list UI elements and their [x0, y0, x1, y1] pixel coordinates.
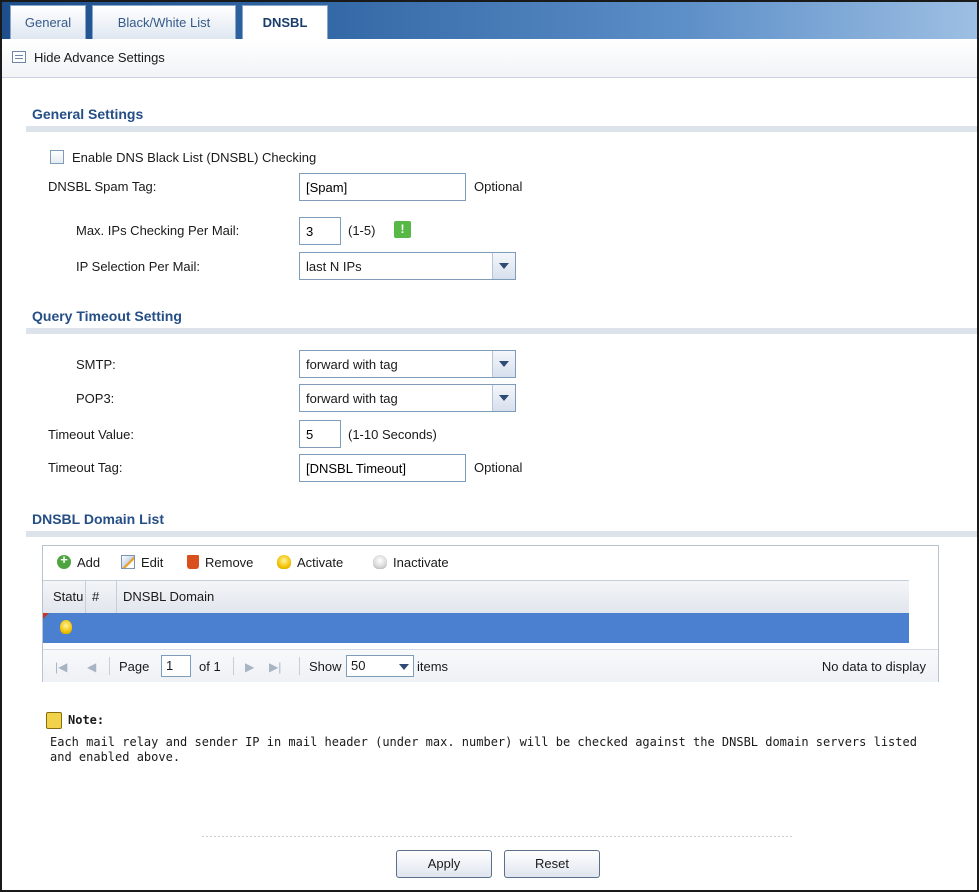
items-label: items	[417, 659, 449, 674]
grid-toolbar: Add Edit Remove Activate Inactivate	[43, 546, 938, 580]
add-button[interactable]: Add	[57, 552, 100, 570]
page-label: Page	[119, 659, 150, 674]
smtp-select[interactable]: forward with tag	[299, 350, 516, 378]
spam-tag-label: DNSBL Spam Tag:	[48, 179, 157, 194]
chevron-down-icon[interactable]	[492, 385, 515, 411]
chevron-down-icon[interactable]	[492, 253, 515, 279]
reset-button[interactable]: Reset	[504, 850, 600, 878]
max-ips-range: (1-5)	[348, 223, 376, 238]
timeout-tag-label: Timeout Tag:	[48, 460, 123, 475]
pager-divider	[109, 657, 110, 675]
domain-list-grid: Add Edit Remove Activate Inactivate Stat…	[42, 545, 939, 682]
show-label: Show	[309, 659, 342, 674]
spam-tag-input[interactable]	[299, 173, 466, 201]
tab-general[interactable]: General	[10, 5, 86, 39]
tab-bar: General Black/White List DNSBL	[2, 2, 977, 40]
apply-button[interactable]: Apply	[396, 850, 492, 878]
spam-tag-optional: Optional	[474, 179, 523, 194]
chevron-down-icon[interactable]	[492, 351, 515, 377]
info-icon[interactable]: !	[394, 221, 411, 238]
timeout-value-label: Timeout Value:	[48, 427, 134, 442]
remove-button[interactable]: Remove	[187, 555, 253, 570]
domain-list-title: DNSBL Domain List	[32, 511, 164, 527]
bulb-on-icon	[60, 620, 72, 634]
enable-dnsbl-checkbox[interactable]	[50, 150, 64, 164]
timeout-value-input[interactable]	[299, 420, 341, 448]
max-ips-input[interactable]	[299, 217, 341, 245]
grid-header: Statu # DNSBL Domain	[43, 580, 909, 614]
list-icon	[12, 51, 26, 63]
bulb-off-icon	[373, 555, 387, 569]
column-status[interactable]: Statu	[53, 589, 83, 604]
pop3-value: forward with tag	[306, 391, 398, 406]
column-dnsbl-domain[interactable]: DNSBL Domain	[123, 589, 214, 604]
add-icon	[57, 552, 71, 569]
tab-black-white-list[interactable]: Black/White List	[92, 5, 236, 39]
note-title: Note:	[68, 713, 105, 727]
edited-marker	[43, 613, 49, 619]
column-divider	[85, 581, 86, 613]
note-icon	[46, 712, 62, 729]
section-divider	[26, 531, 977, 537]
pop3-label: POP3:	[76, 391, 115, 406]
section-divider	[26, 126, 977, 132]
empty-grid-message: No data to display	[821, 659, 926, 674]
section-divider	[26, 328, 977, 334]
pager-divider	[299, 657, 300, 675]
page-count: of 1	[199, 659, 221, 674]
previous-page-icon[interactable]: ◀	[87, 660, 96, 674]
smtp-value: forward with tag	[306, 357, 398, 372]
grid-pager: |◀ ◀ Page 1 of 1 ▶ ▶| Show 50 items No d…	[43, 649, 938, 682]
bulb-on-icon	[277, 555, 291, 569]
page-number-input[interactable]: 1	[161, 655, 191, 677]
timeout-range: (1-10 Seconds)	[348, 427, 437, 442]
column-divider	[116, 581, 117, 613]
activate-button[interactable]: Activate	[277, 555, 343, 570]
smtp-label: SMTP:	[76, 357, 116, 372]
edit-icon	[121, 555, 135, 569]
advanced-toggle-bar[interactable]: Hide Advance Settings	[2, 39, 977, 78]
enable-dnsbl-label: Enable DNS Black List (DNSBL) Checking	[72, 150, 317, 165]
pager-divider	[233, 657, 234, 675]
timeout-tag-input[interactable]	[299, 454, 466, 482]
note-text: Each mail relay and sender IP in mail he…	[50, 735, 917, 764]
general-settings-title: General Settings	[32, 106, 144, 122]
chevron-down-icon[interactable]	[399, 664, 409, 670]
dnsbl-panel: General Black/White List DNSBL Hide Adva…	[0, 0, 979, 892]
column-number[interactable]: #	[92, 589, 99, 604]
table-row[interactable]	[43, 613, 909, 643]
next-page-icon[interactable]: ▶	[245, 660, 254, 674]
footer-divider	[202, 836, 792, 837]
ip-selection-select[interactable]: last N IPs	[299, 252, 516, 280]
inactivate-button[interactable]: Inactivate	[373, 555, 449, 570]
trash-icon	[187, 555, 199, 569]
pop3-select[interactable]: forward with tag	[299, 384, 516, 412]
page-size-value: 50	[351, 658, 366, 673]
max-ips-label: Max. IPs Checking Per Mail:	[76, 223, 240, 238]
edit-button[interactable]: Edit	[121, 555, 163, 570]
ip-selection-value: last N IPs	[306, 259, 362, 274]
first-page-icon[interactable]: |◀	[55, 660, 67, 674]
ip-selection-label: IP Selection Per Mail:	[76, 259, 201, 274]
query-timeout-title: Query Timeout Setting	[32, 308, 182, 324]
tab-dnsbl[interactable]: DNSBL	[242, 5, 328, 40]
timeout-tag-optional: Optional	[474, 460, 523, 475]
hide-advance-settings-link[interactable]: Hide Advance Settings	[34, 50, 165, 65]
last-page-icon[interactable]: ▶|	[269, 660, 281, 674]
